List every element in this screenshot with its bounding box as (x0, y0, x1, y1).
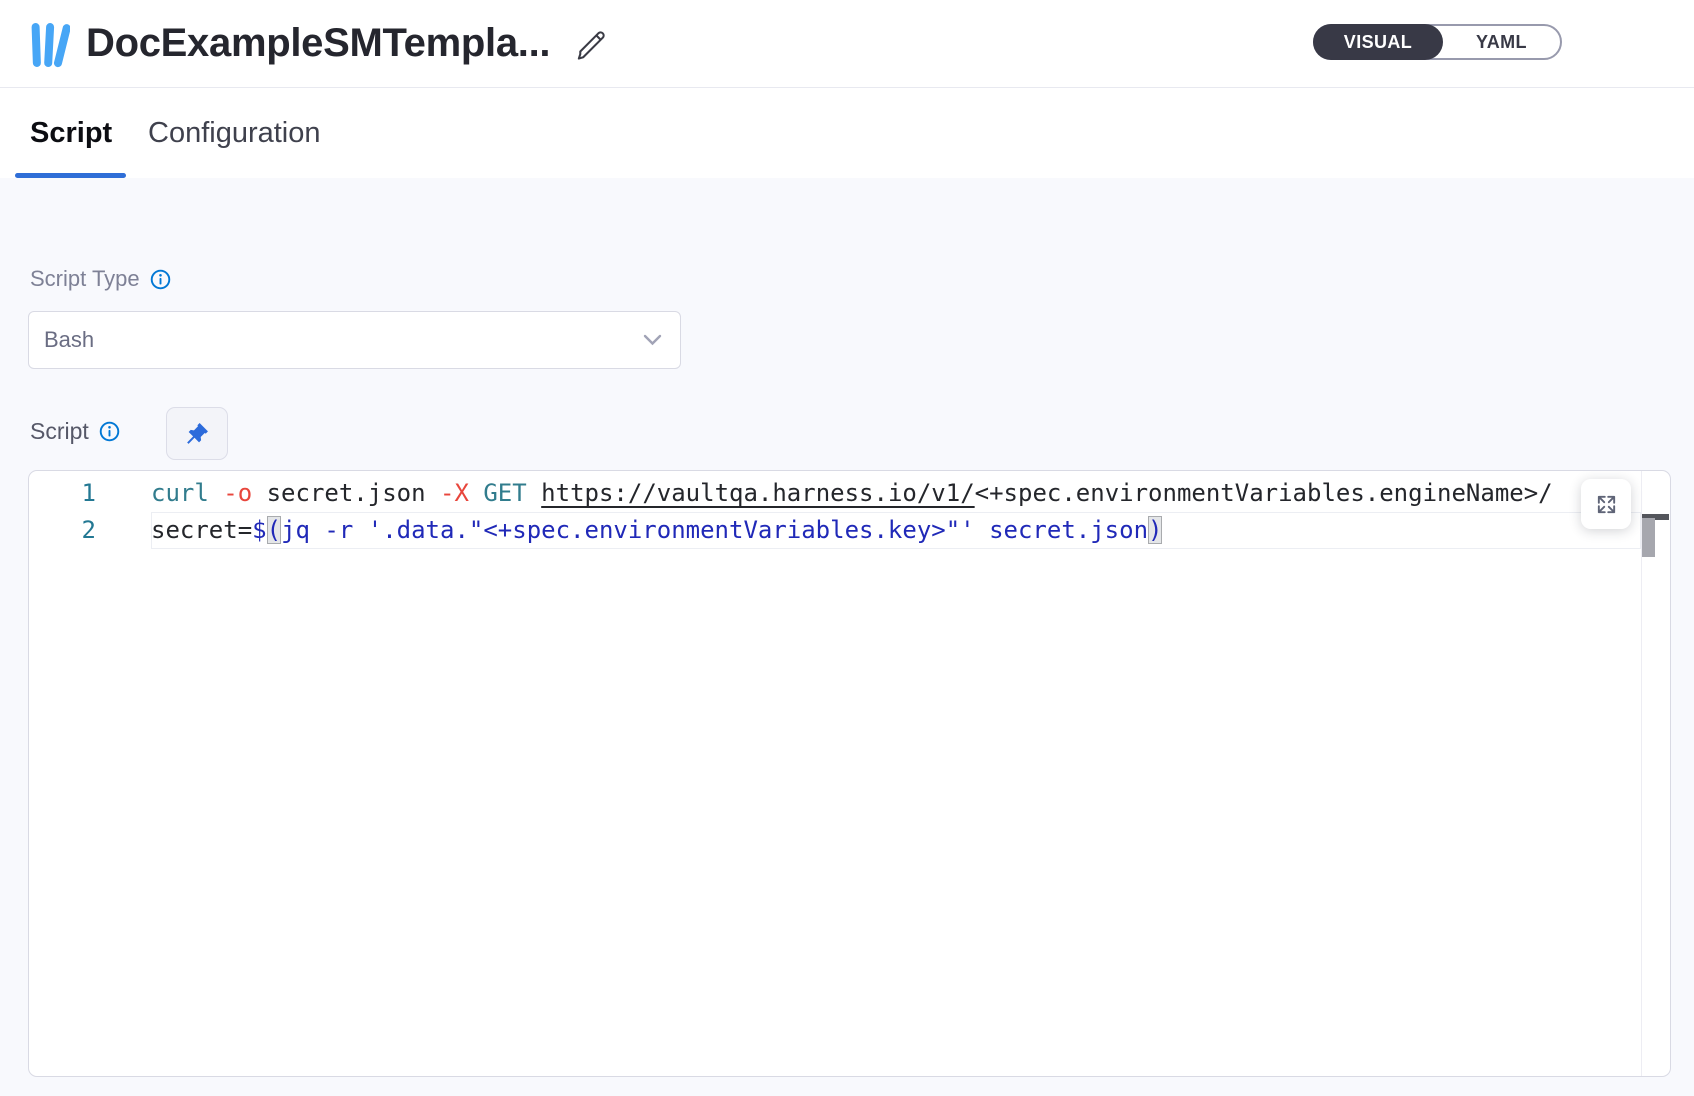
code-token: jq -r '.data."<+spec.environmentVariable… (281, 516, 1148, 544)
tab-bar: Script Configuration (0, 89, 1694, 178)
scrollbar-thumb[interactable] (1642, 518, 1655, 557)
code-line[interactable]: 2secret=$(jq -r '.data."<+spec.environme… (29, 512, 1670, 549)
code-content: curl -o secret.json -X GET https://vault… (151, 475, 1670, 512)
script-label: Script (30, 418, 89, 445)
code-line[interactable]: 1curl -o secret.json -X GET https://vaul… (29, 475, 1670, 512)
edit-title-button[interactable] (570, 24, 610, 64)
code-editor[interactable]: 1curl -o secret.json -X GET https://vaul… (28, 470, 1671, 1077)
toggle-visual-label: VISUAL (1344, 32, 1412, 53)
code-token: secret.json (252, 479, 440, 507)
script-type-value: Bash (44, 327, 643, 353)
code-token (527, 479, 541, 507)
view-toggle: VISUAL YAML (1313, 24, 1562, 60)
script-type-select[interactable]: Bash (28, 311, 681, 369)
code-token: curl (151, 479, 209, 507)
expand-icon (1595, 493, 1618, 516)
script-type-label-row: Script Type (30, 266, 171, 292)
code-token: -X (440, 479, 469, 507)
script-label-row: Script (30, 418, 120, 445)
code-token: secret= (151, 516, 252, 544)
info-icon[interactable] (99, 421, 120, 442)
line-number: 1 (29, 475, 151, 512)
code-lines: 1curl -o secret.json -X GET https://vaul… (29, 475, 1670, 549)
expand-editor-button[interactable] (1581, 479, 1631, 529)
script-type-label: Script Type (30, 266, 140, 292)
code-token: https://vaultqa.harness.io/v1/ (541, 479, 974, 507)
code-token: GET (483, 479, 526, 507)
pushpin-icon (184, 421, 210, 447)
info-icon[interactable] (150, 269, 171, 290)
tab-configuration[interactable]: Configuration (148, 89, 321, 178)
template-library-icon (30, 21, 70, 69)
pin-script-button[interactable] (166, 407, 228, 460)
chevron-down-icon (643, 334, 662, 346)
toggle-yaml-label: YAML (1476, 32, 1527, 53)
content-panel: Script Type Bash Script (0, 178, 1694, 1096)
tab-configuration-label: Configuration (148, 117, 321, 150)
code-token (469, 479, 483, 507)
code-token: ) (1148, 516, 1162, 544)
code-token (209, 479, 223, 507)
code-token: <+spec.environmentVariables.engineName>/ (975, 479, 1553, 507)
line-number: 2 (29, 512, 151, 549)
code-content: secret=$(jq -r '.data."<+spec.environmen… (151, 512, 1670, 549)
code-token: ( (267, 516, 281, 544)
pencil-icon (573, 27, 607, 61)
toggle-option-visual[interactable]: VISUAL (1313, 24, 1443, 60)
page-title: DocExampleSMTempla... (86, 21, 550, 66)
header: DocExampleSMTempla... VISUAL YAML (0, 0, 1694, 88)
scrollbar-track (1641, 471, 1642, 1076)
tab-script[interactable]: Script (30, 89, 112, 178)
tab-script-label: Script (30, 117, 112, 150)
code-token: -o (223, 479, 252, 507)
toggle-option-yaml[interactable]: YAML (1443, 26, 1560, 58)
code-token: $ (252, 516, 266, 544)
